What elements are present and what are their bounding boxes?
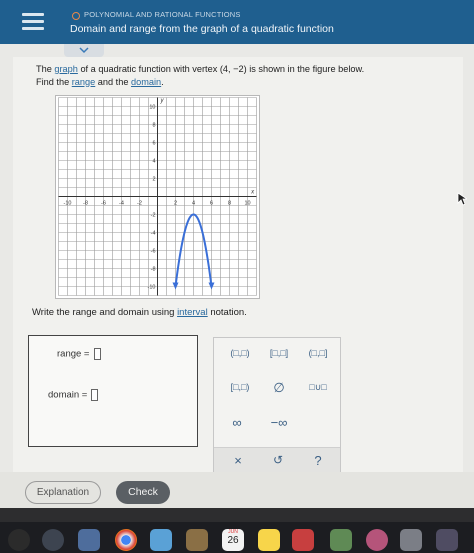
y-tick-label: 2 [152, 177, 155, 183]
key-open-closed-interval[interactable]: (□,□] [300, 348, 336, 358]
reminders-icon[interactable] [292, 529, 314, 551]
x-axis-label: x [250, 190, 255, 196]
range-input[interactable] [93, 348, 101, 360]
key-closed-open-interval[interactable]: [□,□) [222, 382, 258, 392]
x-tick-label: -6 [101, 201, 106, 207]
explanation-button[interactable]: Explanation [25, 481, 101, 504]
domain-input[interactable] [91, 389, 99, 401]
x-tick-label: 4 [192, 201, 195, 207]
chevron-down-icon [79, 47, 89, 54]
key-infinity[interactable]: ∞ [224, 415, 250, 430]
problem-statement: The graph of a quadratic function with v… [36, 64, 365, 87]
domain-label: domain = [48, 389, 88, 401]
y-tick-label: -6 [151, 249, 156, 255]
y-tick-label: -2 [151, 213, 156, 219]
photos-icon[interactable] [150, 529, 172, 551]
y-tick-label: 6 [152, 141, 155, 147]
key-closed-interval[interactable]: [□,□] [261, 348, 297, 358]
launchpad-icon[interactable] [42, 529, 64, 551]
calendar-icon[interactable]: JUN 26 [222, 529, 244, 551]
settings-icon[interactable] [400, 529, 422, 551]
interval-link[interactable]: interval [177, 307, 208, 318]
y-tick-label: 4 [152, 159, 155, 165]
clear-icon[interactable]: × [226, 453, 250, 468]
page-title: Domain and range from the graph of a qua… [70, 23, 334, 35]
instruction-text: Write the range and domain using interva… [32, 307, 247, 318]
key-negative-infinity[interactable]: −∞ [264, 415, 294, 430]
right-arrow-head [208, 282, 215, 290]
vertex-value: (4, −2) [219, 64, 247, 74]
x-tick-label: 10 [244, 201, 250, 207]
siri-icon[interactable] [8, 529, 30, 551]
x-tick-label: -8 [83, 201, 88, 207]
keypad-actions: × ↺ ? [214, 447, 340, 474]
y-tick-label: -10 [148, 285, 156, 291]
topic-status-icon [72, 12, 80, 20]
y-tick-label: -4 [151, 231, 156, 237]
x-tick-label: -10 [64, 201, 72, 207]
key-empty-set[interactable]: ∅ [265, 380, 293, 396]
range-row: range = [57, 348, 101, 360]
x-tick-label: -2 [137, 201, 142, 207]
mouse-pointer-icon [457, 192, 467, 206]
chrome-icon[interactable] [115, 529, 137, 551]
graph-canvas: x y -10 -8 -6 -4 -2 2 4 6 8 10 10 8 6 4 2 -2 -4 -6 -8 -10 [58, 97, 257, 296]
range-link[interactable]: range [72, 77, 96, 87]
help-icon[interactable]: ? [306, 453, 330, 468]
x-tick-label: 6 [210, 201, 213, 207]
left-arrow-head [172, 282, 179, 290]
stickies-icon[interactable] [258, 529, 280, 551]
y-axis-label: y [160, 98, 165, 104]
undo-icon[interactable]: ↺ [266, 453, 290, 467]
safari-icon[interactable] [78, 529, 100, 551]
header-bar: POLYNOMIAL AND RATIONAL FUNCTIONS Domain… [0, 0, 474, 44]
check-button[interactable]: Check [116, 481, 170, 504]
topic-label: POLYNOMIAL AND RATIONAL FUNCTIONS [84, 10, 241, 19]
app-icon[interactable] [436, 529, 458, 551]
y-tick-label: 10 [149, 105, 155, 111]
graph-link[interactable]: graph [54, 64, 78, 74]
range-label: range = [57, 348, 90, 360]
menu-icon[interactable] [22, 11, 48, 33]
key-union[interactable]: □∪□ [300, 382, 336, 393]
x-tick-label: 8 [228, 201, 231, 207]
domain-row: domain = [48, 389, 99, 401]
y-tick-label: -8 [151, 267, 156, 273]
x-tick-label: -4 [119, 201, 124, 207]
y-tick-label: 8 [152, 123, 155, 129]
notes-icon[interactable] [186, 529, 208, 551]
domain-link[interactable]: domain [131, 77, 161, 87]
key-open-open-interval[interactable]: (□,□) [222, 348, 258, 358]
maps-icon[interactable] [330, 529, 352, 551]
itunes-icon[interactable] [366, 529, 388, 551]
answer-area: range = domain = [28, 335, 198, 447]
collapse-tab[interactable] [64, 44, 104, 57]
x-tick-label: 2 [174, 201, 177, 207]
function-graph: x y -10 -8 -6 -4 -2 2 4 6 8 10 10 8 6 4 2 -2 -4 -6 -8 -10 [55, 95, 260, 299]
math-keypad: (□,□) [□,□] (□,□] [□,□) ∅ □∪□ ∞ −∞ × ↺ ? [213, 337, 341, 475]
